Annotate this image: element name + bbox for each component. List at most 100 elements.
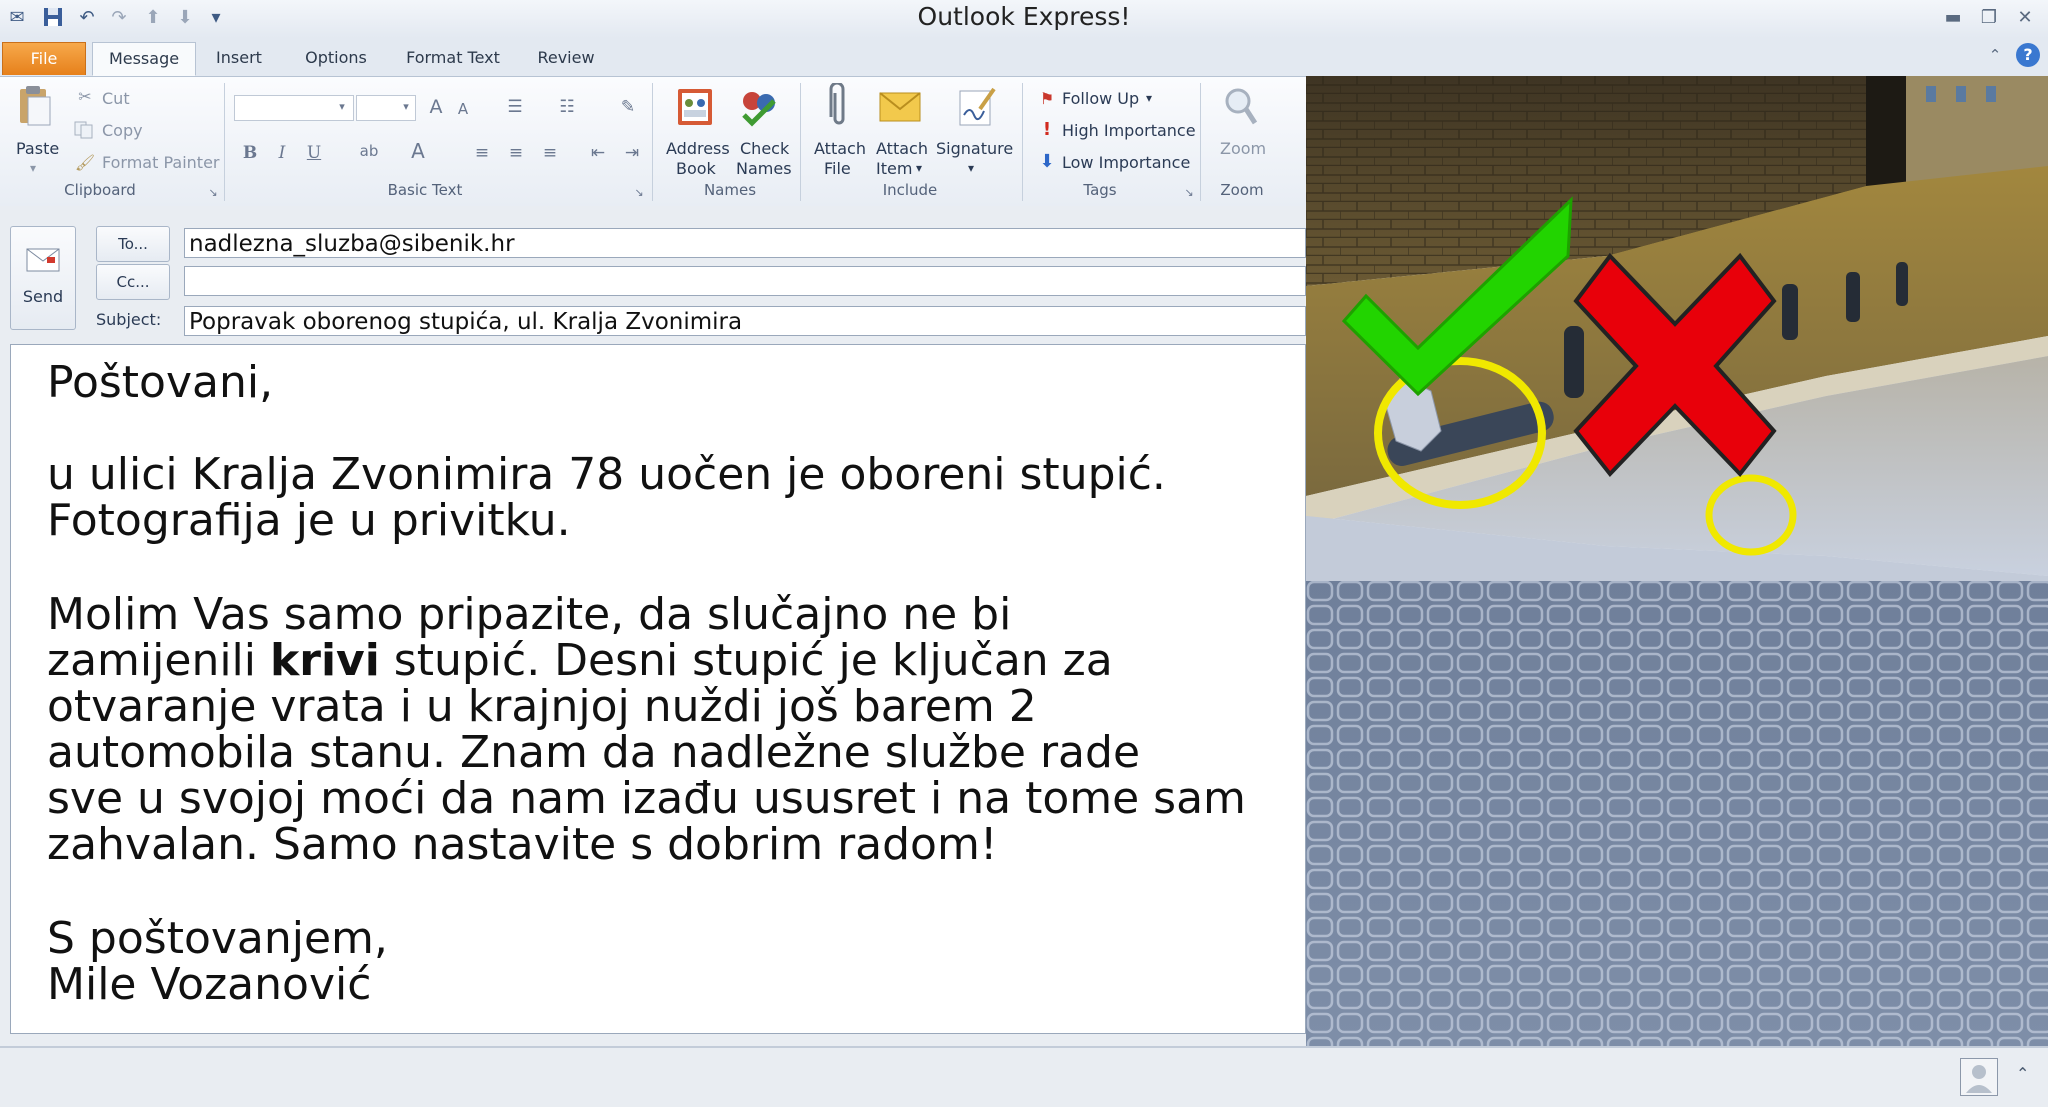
cut-icon: ✂ (78, 87, 92, 106)
clipboard-launcher-icon[interactable]: ↘ (206, 181, 220, 205)
body-line: otvaranje vrata i u krajnjoj nuždi još b… (47, 681, 1037, 732)
attach-item-label-1[interactable]: Attach (876, 139, 928, 158)
paste-label[interactable]: Paste (16, 139, 59, 158)
bullets-icon[interactable]: ☰ (502, 95, 528, 119)
body-line: zahvalan. Samo nastavite s dobrim radom! (47, 819, 998, 870)
send-button[interactable]: Send (10, 226, 76, 330)
highlight-icon[interactable]: ab (352, 139, 386, 163)
attach-file-icon[interactable] (826, 81, 852, 129)
align-center-icon[interactable]: ≡ (504, 141, 528, 165)
signature-icon[interactable] (954, 85, 998, 129)
attach-file-label-1[interactable]: Attach (814, 139, 866, 158)
body-line: u ulici Kralja Zvonimira 78 uočen je obo… (47, 449, 1166, 500)
address-book-label-1[interactable]: Address (666, 139, 730, 158)
group-separator (1022, 83, 1023, 201)
title-bar: ✉ ↶ ↷ ⬆ ⬇ ▾ Outlook Express! ▬ ❐ ✕ (0, 0, 2048, 38)
numbering-icon[interactable]: ☷ (554, 95, 580, 119)
zoom-icon[interactable] (1222, 85, 1258, 129)
tags-group-label: Tags (1083, 181, 1117, 199)
font-color-icon[interactable]: A (404, 139, 432, 163)
cc-button[interactable]: Cc... (96, 264, 170, 300)
font-size-dropdown-icon[interactable]: ▾ (398, 95, 414, 119)
italic-button[interactable]: I (272, 141, 292, 165)
font-family-dropdown-icon[interactable]: ▾ (334, 95, 350, 119)
ribbon-tabs: File Message Insert Options Format Text … (0, 38, 2048, 76)
body-text-span: stupić. Desni stupić je ključan za (379, 635, 1113, 686)
restore-button[interactable]: ❐ (1976, 5, 2002, 31)
collapse-ribbon-icon[interactable]: ⌃ (1982, 42, 2008, 68)
address-book-icon[interactable] (674, 87, 716, 127)
align-right-icon[interactable]: ≡ (538, 141, 562, 165)
subject-field[interactable]: Popravak oborenog stupića, ul. Kralja Zv… (184, 306, 1306, 336)
subject-label: Subject: (96, 310, 162, 329)
tags-launcher-icon[interactable]: ↘ (1182, 181, 1196, 205)
decrease-indent-icon[interactable]: ⇤ (586, 141, 610, 165)
signature-dropdown-icon[interactable]: ▾ (968, 159, 974, 178)
tab-insert[interactable]: Insert (206, 42, 272, 74)
zoom-button[interactable]: Zoom (1220, 139, 1266, 158)
signature-label[interactable]: Signature (936, 139, 1013, 158)
tab-options[interactable]: Options (296, 42, 376, 74)
body-line: sve u svojoj moći da nam izađu ususret i… (47, 773, 1246, 824)
attach-item-dropdown-icon[interactable]: ▾ (916, 159, 922, 178)
compose-header: Send To... Cc... Subject: nadlezna_sluzb… (0, 206, 1306, 342)
high-importance-button[interactable]: High Importance (1062, 121, 1196, 140)
body-line: zamijenili krivi stupić. Desni stupić je… (47, 637, 1113, 684)
attached-photo (1306, 76, 2048, 1047)
include-group-label: Include (882, 181, 938, 199)
follow-up-dropdown-icon[interactable]: ▾ (1146, 89, 1152, 108)
to-field[interactable]: nadlezna_sluzba@sibenik.hr (184, 228, 1306, 258)
check-names-icon[interactable] (738, 87, 782, 127)
attach-item-label-2[interactable]: Item (876, 159, 912, 178)
bold-button[interactable]: B (240, 141, 260, 165)
names-group-label: Names (703, 181, 757, 199)
message-body[interactable]: Poštovani, u ulici Kralja Zvonimira 78 u… (10, 344, 1306, 1034)
window-title: Outlook Express! (917, 2, 1131, 31)
attach-file-label-2[interactable]: File (824, 159, 851, 178)
attach-item-icon[interactable] (878, 89, 922, 123)
check-names-label-2[interactable]: Names (736, 159, 792, 178)
street-photo-image (1306, 76, 2048, 1047)
address-book-label-2[interactable]: Book (676, 159, 716, 178)
paste-icon[interactable] (14, 85, 54, 127)
minimize-button[interactable]: ▬ (1940, 5, 1966, 31)
zoom-group-label: Zoom (1220, 181, 1264, 199)
body-line: automobila stanu. Znam da nadležne služb… (47, 727, 1141, 778)
increase-indent-icon[interactable]: ⇥ (620, 141, 644, 165)
group-separator (652, 83, 653, 201)
expand-people-pane-icon[interactable]: ⌃ (2016, 1064, 2029, 1083)
follow-up-flag-icon: ⚑ (1039, 89, 1055, 108)
tab-format-text[interactable]: Format Text (402, 42, 504, 74)
close-button[interactable]: ✕ (2012, 5, 2038, 31)
align-left-icon[interactable]: ≡ (470, 141, 494, 165)
greeting-line: Poštovani, (47, 357, 274, 408)
ribbon: Paste ▾ ✂ Cut Copy 🖌 Format Painter Clip… (0, 76, 1306, 208)
people-pane-icon[interactable] (1960, 1058, 1998, 1096)
copy-button[interactable]: Copy (102, 121, 143, 140)
check-names-label-1[interactable]: Check (740, 139, 789, 158)
basic-text-launcher-icon[interactable]: ↘ (632, 181, 646, 205)
body-line: Molim Vas samo pripazite, da slučajno ne… (47, 589, 1012, 640)
help-icon[interactable]: ? (2016, 43, 2040, 67)
cut-button[interactable]: Cut (102, 89, 130, 108)
basic-text-group-label: Basic Text (387, 181, 463, 199)
tab-review[interactable]: Review (530, 42, 602, 74)
send-icon (25, 245, 61, 273)
follow-up-button[interactable]: Follow Up (1062, 89, 1139, 108)
send-label: Send (22, 287, 64, 306)
grow-font-icon[interactable]: A (424, 95, 448, 119)
low-importance-button[interactable]: Low Importance (1062, 153, 1190, 172)
tab-message[interactable]: Message (92, 42, 196, 76)
tab-file[interactable]: File (2, 42, 86, 75)
bold-word: krivi (270, 635, 380, 686)
shrink-font-icon[interactable]: A (452, 97, 474, 121)
clear-formatting-icon[interactable]: ✎ (614, 95, 642, 119)
copy-icon (74, 121, 94, 139)
low-importance-icon: ⬇ (1039, 151, 1055, 172)
paste-dropdown-icon[interactable]: ▾ (30, 159, 36, 178)
format-painter-button[interactable]: Format Painter (102, 153, 219, 172)
underline-button[interactable]: U (304, 141, 324, 165)
to-button[interactable]: To... (96, 226, 170, 262)
signature-line: Mile Vozanović (47, 959, 372, 1010)
cc-field[interactable] (184, 266, 1306, 296)
